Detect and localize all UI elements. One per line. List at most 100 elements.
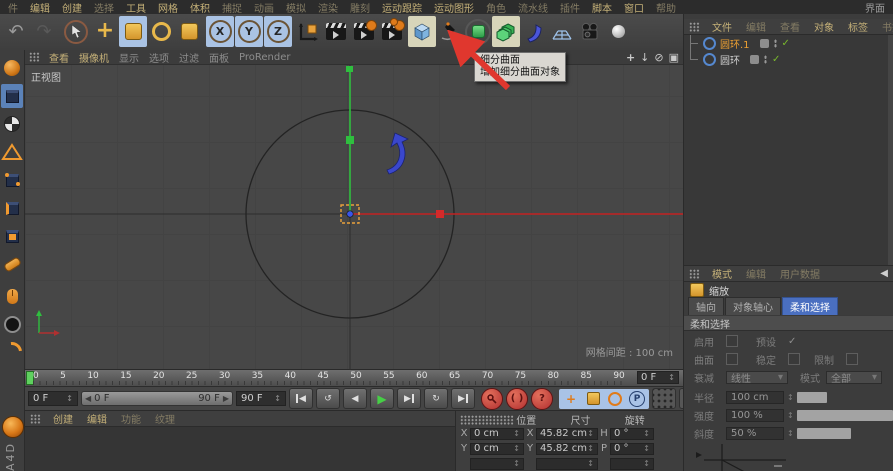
- spinner-icon[interactable]: ↕: [787, 429, 794, 438]
- om-scrollbar[interactable]: [888, 35, 893, 265]
- object-name[interactable]: 圆环: [720, 52, 740, 67]
- viewport[interactable]: 查看 摄像机 显示 选项 过滤 面板 ProRender + ↓ ⊘ ▣ 正视图: [25, 50, 683, 370]
- generators-button[interactable]: [492, 16, 520, 47]
- panel-grip-icon[interactable]: [460, 414, 515, 425]
- rot-h-field[interactable]: 0 °: [610, 427, 654, 440]
- light-button[interactable]: [604, 16, 632, 47]
- strength-field[interactable]: 100 %: [726, 408, 784, 422]
- range-left-arrow-icon[interactable]: [85, 393, 94, 404]
- rotate-tool-button[interactable]: [147, 16, 175, 47]
- om-menu-file[interactable]: 文件: [706, 19, 738, 34]
- om-menu-view[interactable]: 查看: [774, 19, 806, 34]
- panel-grip-icon[interactable]: [689, 21, 700, 32]
- current-frame-field[interactable]: 0 F: [28, 391, 78, 406]
- object-origin-point[interactable]: [346, 210, 354, 218]
- y-axis-tip[interactable]: [346, 66, 353, 72]
- vp-menu-options[interactable]: 选项: [144, 50, 174, 65]
- live-selection-button[interactable]: [62, 16, 90, 47]
- tab-axis[interactable]: 轴向: [688, 296, 724, 316]
- mat-menu-texture[interactable]: 纹理: [149, 411, 181, 426]
- layer-tag-icon[interactable]: [759, 38, 769, 48]
- am-menu-userdata[interactable]: 用户数据: [774, 266, 826, 281]
- menu-character[interactable]: 角色: [480, 0, 512, 15]
- panel-grip-icon[interactable]: [29, 52, 40, 62]
- lock-y-button[interactable]: Y: [235, 16, 263, 47]
- menu-edit[interactable]: 编辑: [24, 0, 56, 15]
- add-cube-button[interactable]: [408, 16, 436, 47]
- vp-zoom-icon[interactable]: ↓: [640, 51, 649, 64]
- tab-soft-selection[interactable]: 柔和选择: [782, 296, 838, 316]
- visibility-dots-icon[interactable]: [773, 38, 777, 48]
- object-name[interactable]: 圆环.1: [720, 36, 750, 51]
- redo-button[interactable]: ↷: [30, 16, 58, 47]
- vp-menu-prorender[interactable]: ProRender: [234, 52, 295, 63]
- vp-rotate-icon[interactable]: ⊘: [654, 51, 663, 64]
- menu-mograph[interactable]: 运动图形: [428, 0, 480, 15]
- model-mode-button[interactable]: [1, 84, 23, 108]
- next-frame-button[interactable]: ▶: [397, 388, 421, 409]
- om-menu-tags[interactable]: 标签: [842, 19, 874, 34]
- enabled-check-icon[interactable]: ✓: [782, 38, 790, 49]
- play-button[interactable]: ▶: [370, 388, 394, 409]
- slope-slider[interactable]: [796, 427, 851, 439]
- y-axis-handle[interactable]: [346, 136, 354, 144]
- menu-create[interactable]: 创建: [56, 0, 88, 15]
- last-tool-button[interactable]: [175, 16, 203, 47]
- menu-volume[interactable]: 体积: [184, 0, 216, 15]
- menu-simulate[interactable]: 模拟: [280, 0, 312, 15]
- ruler-frame-field[interactable]: 0 F: [637, 371, 679, 384]
- object-row[interactable]: 圆环.1 ✓: [684, 35, 893, 51]
- record-rotation-toggle[interactable]: [605, 390, 625, 408]
- section-header[interactable]: 柔和选择: [684, 315, 893, 331]
- enabled-check-icon[interactable]: ✓: [772, 54, 780, 65]
- enable-checkbox[interactable]: [726, 335, 738, 347]
- interface-selector[interactable]: 界面: [865, 0, 891, 15]
- am-menu-mode[interactable]: 模式: [706, 266, 738, 281]
- radius-field[interactable]: 100 cm: [726, 390, 784, 404]
- deformer-button[interactable]: [520, 16, 548, 47]
- menu-mesh[interactable]: 网格: [152, 0, 184, 15]
- size-x-field[interactable]: 45.82 cm: [536, 427, 598, 440]
- mode-dropdown[interactable]: 全部: [826, 370, 882, 385]
- autokey-button[interactable]: ( ): [506, 387, 528, 410]
- menu-file[interactable]: 件: [2, 0, 24, 15]
- move-tool-button[interactable]: +: [91, 16, 119, 47]
- vp-menu-filter[interactable]: 过滤: [174, 50, 204, 65]
- object-row[interactable]: 圆环 ✓: [684, 51, 893, 67]
- panel-splitter[interactable]: [683, 14, 684, 471]
- menu-sculpt[interactable]: 雕刻: [344, 0, 376, 15]
- rot-p-field[interactable]: 0 °: [610, 442, 654, 455]
- polygons-mode-button[interactable]: [1, 224, 23, 248]
- goto-end-button[interactable]: ▶: [451, 388, 475, 409]
- frame-range-slider[interactable]: 0 F 90 F: [81, 391, 233, 406]
- collapse-arrow-icon[interactable]: ◀: [880, 268, 888, 279]
- vp-menu-display[interactable]: 显示: [114, 50, 144, 65]
- rotation-band-handle[interactable]: [386, 132, 409, 175]
- points-mode-button[interactable]: [1, 168, 23, 192]
- snap-toggle-button[interactable]: [1, 312, 23, 336]
- make-editable-button[interactable]: [1, 56, 23, 80]
- panel-grip-icon[interactable]: [30, 413, 41, 424]
- pos-x-field[interactable]: 0 cm: [470, 427, 524, 440]
- om-menu-bookmarks[interactable]: 书签: [876, 19, 893, 34]
- menu-tools[interactable]: 工具: [120, 0, 152, 15]
- falloff-curve-widget[interactable]: 0.5: [694, 442, 893, 471]
- loop-button[interactable]: ↻: [424, 388, 448, 409]
- workplane-mode-button[interactable]: [1, 140, 23, 164]
- spinner-icon[interactable]: ↕: [787, 393, 794, 402]
- record-parameter-toggle[interactable]: P: [627, 390, 647, 408]
- vp-menu-panel[interactable]: 面板: [204, 50, 234, 65]
- vp-menu-view[interactable]: 查看: [44, 50, 74, 65]
- menu-window[interactable]: 窗口: [618, 0, 650, 15]
- strength-slider[interactable]: [796, 409, 893, 421]
- menu-motion-tracker[interactable]: 运动跟踪: [376, 0, 428, 15]
- environment-button[interactable]: [548, 16, 576, 47]
- vp-maximize-icon[interactable]: ▣: [669, 51, 679, 64]
- x-axis-handle[interactable]: [436, 210, 444, 218]
- am-menu-edit[interactable]: 编辑: [740, 266, 772, 281]
- subdivision-surface-button[interactable]: [464, 16, 492, 47]
- limit-checkbox[interactable]: [846, 353, 858, 365]
- menu-render[interactable]: 渲染: [312, 0, 344, 15]
- spinner-icon[interactable]: ↕: [787, 411, 794, 420]
- menu-select[interactable]: 选择: [88, 0, 120, 15]
